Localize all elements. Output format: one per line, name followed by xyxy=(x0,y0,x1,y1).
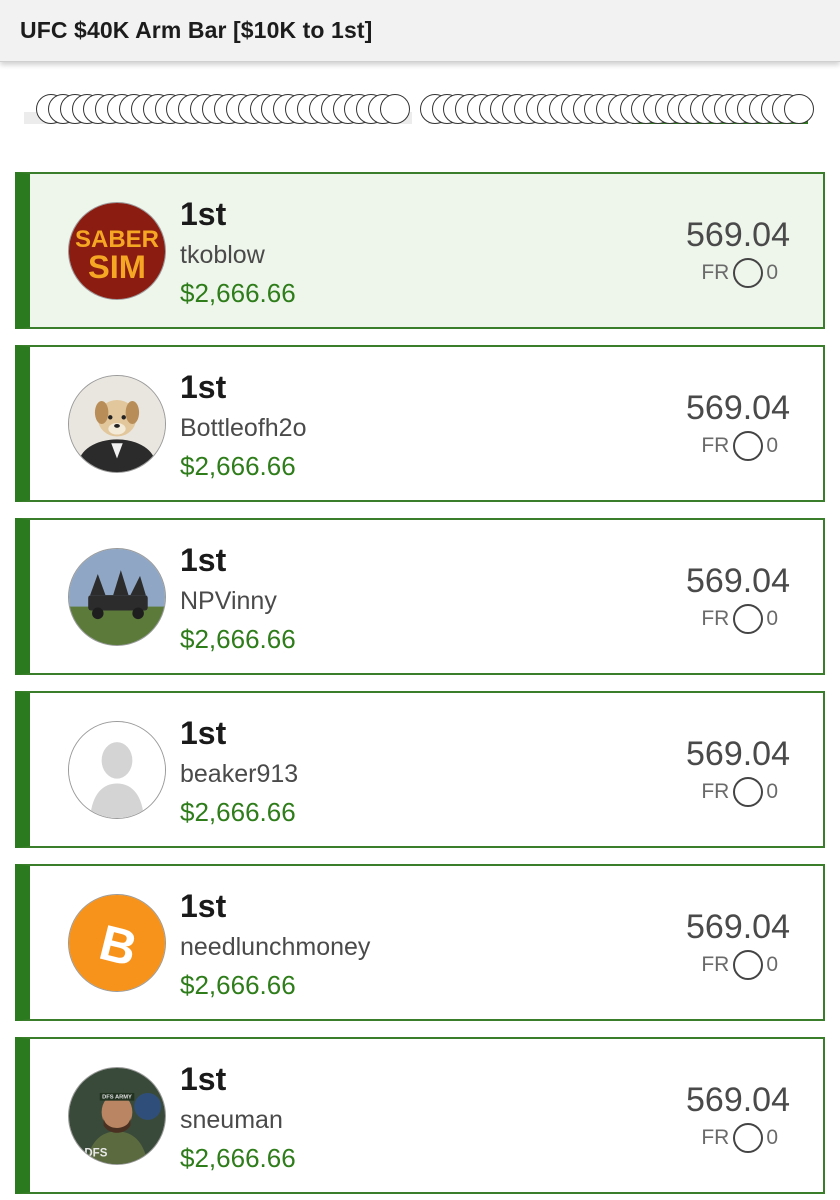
score-value: 569.04 xyxy=(686,562,790,600)
entry-card[interactable]: 1st NPVinny $2,666.66 569.04 FR 0 xyxy=(15,518,825,675)
fr-indicator: FR 0 xyxy=(701,604,778,634)
prize-amount: $2,666.66 xyxy=(180,797,296,827)
bitcoin-icon: B xyxy=(69,895,165,991)
fr-indicator: FR 0 xyxy=(701,1123,778,1153)
fr-label: FR xyxy=(701,780,730,803)
avatar-sabersim-logo: SABER SIM xyxy=(68,202,166,300)
entry-card[interactable]: DFS ARMY DFS 1st sneuman $2,666.66 569.0… xyxy=(15,1037,825,1194)
circle-glyph-icon xyxy=(380,94,410,124)
entry-card[interactable]: B 1st needlunchmoney $2,666.66 569.04 FR… xyxy=(15,864,825,1021)
fr-indicator: FR 0 xyxy=(701,431,778,461)
fr-indicator: FR 0 xyxy=(701,777,778,807)
prize-amount: $2,666.66 xyxy=(180,1143,296,1173)
fr-label: FR xyxy=(701,1126,730,1149)
rank-label: 1st xyxy=(180,196,227,232)
entry-card[interactable]: SABER SIM 1st tkoblow $2,666.66 569.04 F… xyxy=(15,172,825,329)
fr-label: FR xyxy=(701,261,730,284)
fr-value: 0 xyxy=(766,261,778,284)
prize-amount: $2,666.66 xyxy=(180,451,296,481)
tab-bar xyxy=(24,92,814,132)
circle-glyph-icon xyxy=(784,94,814,124)
username[interactable]: needlunchmoney xyxy=(180,933,370,962)
progress-ring-icon xyxy=(733,950,764,980)
fr-label: FR xyxy=(701,953,730,976)
fr-indicator: FR 0 xyxy=(701,950,778,980)
score-value: 569.04 xyxy=(686,389,790,427)
standings-list: SABER SIM 1st tkoblow $2,666.66 569.04 F… xyxy=(15,172,825,1200)
fr-value: 0 xyxy=(766,434,778,457)
dog-in-suit-icon xyxy=(69,376,165,472)
fr-value: 0 xyxy=(766,953,778,976)
chariot-statue-icon xyxy=(69,549,165,645)
fr-label: FR xyxy=(701,607,730,630)
score-value: 569.04 xyxy=(686,216,790,254)
avatar-default-user xyxy=(68,721,166,819)
svg-text:DFS ARMY: DFS ARMY xyxy=(102,1095,132,1101)
entry-card[interactable]: 1st Bottleofh2o $2,666.66 569.04 FR 0 xyxy=(15,345,825,502)
avatar-dog-in-suit xyxy=(68,375,166,473)
avatar-chariot-statue xyxy=(68,548,166,646)
username[interactable]: tkoblow xyxy=(180,241,265,270)
score-value: 569.04 xyxy=(686,1081,790,1119)
rank-label: 1st xyxy=(180,369,227,405)
prize-amount: $2,666.66 xyxy=(180,624,296,654)
tab-right-circle-icons xyxy=(420,92,816,124)
svg-text:DFS: DFS xyxy=(84,1147,107,1159)
prize-amount: $2,666.66 xyxy=(180,278,296,308)
username[interactable]: beaker913 xyxy=(180,760,298,789)
prize-amount: $2,666.66 xyxy=(180,970,296,1000)
user-silhouette-icon xyxy=(69,722,165,818)
fr-label: FR xyxy=(701,434,730,457)
fr-indicator: FR 0 xyxy=(701,258,778,288)
avatar-dfs-army: DFS ARMY DFS xyxy=(68,1067,166,1165)
progress-ring-icon xyxy=(733,431,764,461)
progress-ring-icon xyxy=(733,258,764,288)
entry-card[interactable]: 1st beaker913 $2,666.66 569.04 FR 0 xyxy=(15,691,825,848)
tab-left-circle-icons xyxy=(36,92,412,124)
username[interactable]: sneuman xyxy=(180,1106,283,1135)
score-value: 569.04 xyxy=(686,908,790,946)
progress-ring-icon xyxy=(733,1123,764,1153)
score-value: 569.04 xyxy=(686,735,790,773)
top-bar: UFC $40K Arm Bar [$10K to 1st] xyxy=(0,0,840,62)
svg-text:SIM: SIM xyxy=(88,248,146,285)
avatar-bitcoin-logo: B xyxy=(68,894,166,992)
rank-label: 1st xyxy=(180,542,227,578)
username[interactable]: NPVinny xyxy=(180,587,277,616)
username[interactable]: Bottleofh2o xyxy=(180,414,307,443)
rank-label: 1st xyxy=(180,715,227,751)
fr-value: 0 xyxy=(766,1126,778,1149)
progress-ring-icon xyxy=(733,777,764,807)
fr-value: 0 xyxy=(766,780,778,803)
fr-value: 0 xyxy=(766,607,778,630)
contest-title: UFC $40K Arm Bar [$10K to 1st] xyxy=(20,17,373,43)
progress-ring-icon xyxy=(733,604,764,634)
rank-label: 1st xyxy=(180,888,227,924)
dfs-army-soldier-icon: DFS ARMY DFS xyxy=(69,1068,165,1164)
sabersim-logo-icon: SABER SIM xyxy=(69,203,165,299)
rank-label: 1st xyxy=(180,1061,227,1097)
